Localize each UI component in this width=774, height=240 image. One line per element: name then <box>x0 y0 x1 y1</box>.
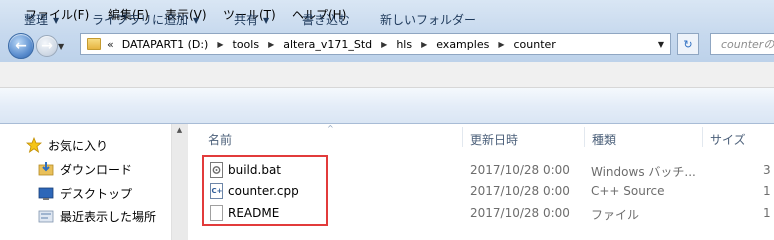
breadcrumb-hls[interactable]: hls <box>396 38 412 51</box>
column-header-type[interactable]: 種類 <box>592 131 616 148</box>
column-divider[interactable] <box>584 127 585 147</box>
refresh-icon: ↻ <box>683 37 693 51</box>
breadcrumb-drive[interactable]: DATAPART1 (D:) <box>122 38 209 51</box>
refresh-button[interactable]: ↻ <box>677 33 699 55</box>
sidebar-item-favorites[interactable]: お気に入り <box>26 136 108 154</box>
file-size: 1 KB <box>763 206 774 220</box>
file-type: Windows バッチ... <box>591 165 696 179</box>
downloads-folder-icon <box>38 161 54 177</box>
sidebar-item-label: 最近表示した場所 <box>60 209 157 224</box>
chevron-down-icon: ▼ <box>53 16 60 25</box>
recent-pages-dropdown[interactable]: ▼ <box>58 42 64 51</box>
breadcrumb-counter[interactable]: counter <box>513 38 555 51</box>
file-date: 2017/10/28 0:00 <box>470 184 570 198</box>
star-icon <box>26 137 42 153</box>
folder-icon <box>87 38 101 50</box>
file-type: ファイル <box>591 208 640 222</box>
breadcrumb-separator-icon[interactable]: ▶ <box>217 40 223 49</box>
share-button[interactable]: 共有 ▼ <box>234 11 269 28</box>
search-input[interactable] <box>710 33 774 55</box>
column-divider[interactable] <box>462 127 463 147</box>
breadcrumb-separator-icon[interactable]: ▶ <box>498 40 504 49</box>
column-header-size[interactable]: サイズ <box>710 131 746 148</box>
share-label: 共有 <box>234 13 259 27</box>
column-divider[interactable] <box>702 127 703 147</box>
column-header-name[interactable]: 名前 <box>208 131 232 148</box>
forward-button[interactable]: → <box>36 35 58 57</box>
add-to-library-label: ライブラリに追加 <box>92 13 189 27</box>
address-bar[interactable]: « DATAPART1 (D:) ▶ tools ▶ altera_v171_S… <box>80 33 671 55</box>
sidebar-item-desktop[interactable]: デスクトップ <box>38 184 132 202</box>
back-arrow-icon: ← <box>15 38 27 54</box>
file-size: 3 KB <box>763 163 774 177</box>
breadcrumb-altera[interactable]: altera_v171_Std <box>283 38 372 51</box>
address-dropdown-icon[interactable]: ▼ <box>658 40 664 49</box>
add-to-library-button[interactable]: ライブラリに追加 ▼ <box>92 11 199 28</box>
chevron-down-icon: ▼ <box>263 16 270 25</box>
scroll-up-icon[interactable]: ▲ <box>171 126 188 140</box>
file-type: C++ Source <box>591 184 665 198</box>
navigation-scrollbar[interactable] <box>171 124 188 240</box>
back-button[interactable]: ← <box>8 33 34 59</box>
column-header-date[interactable]: 更新日時 <box>470 131 518 148</box>
new-folder-button[interactable]: 新しいフォルダー <box>380 11 476 28</box>
command-bar <box>0 88 774 124</box>
organize-label: 整理 <box>24 13 49 27</box>
breadcrumb-examples[interactable]: examples <box>436 38 489 51</box>
sidebar-item-downloads[interactable]: ダウンロード <box>38 160 132 178</box>
menu-bar <box>0 62 774 88</box>
breadcrumb-overflow-button[interactable]: « <box>107 38 114 51</box>
chevron-down-icon: ▼ <box>58 42 65 51</box>
sidebar-item-label: デスクトップ <box>60 186 133 201</box>
breadcrumb-separator-icon[interactable]: ▶ <box>268 40 274 49</box>
recent-places-icon <box>38 208 54 224</box>
file-size: 1 KB <box>763 184 774 198</box>
sort-ascending-icon: ^ <box>327 124 334 133</box>
forward-arrow-icon: → <box>41 38 53 54</box>
breadcrumb-separator-icon[interactable]: ▶ <box>421 40 427 49</box>
sidebar-item-label: ダウンロード <box>60 162 133 177</box>
breadcrumb-tools[interactable]: tools <box>233 38 260 51</box>
sidebar-item-label: お気に入り <box>48 138 109 153</box>
sidebar-item-recent-places[interactable]: 最近表示した場所 <box>38 207 156 225</box>
highlight-annotation-box <box>202 155 328 226</box>
burn-button[interactable]: 書き込む <box>302 11 350 28</box>
desktop-icon <box>38 185 54 201</box>
file-date: 2017/10/28 0:00 <box>470 206 570 220</box>
breadcrumb-separator-icon[interactable]: ▶ <box>381 40 387 49</box>
chevron-down-icon: ▼ <box>193 16 200 25</box>
organize-button[interactable]: 整理 ▼ <box>24 11 59 28</box>
file-date: 2017/10/28 0:00 <box>470 163 570 177</box>
